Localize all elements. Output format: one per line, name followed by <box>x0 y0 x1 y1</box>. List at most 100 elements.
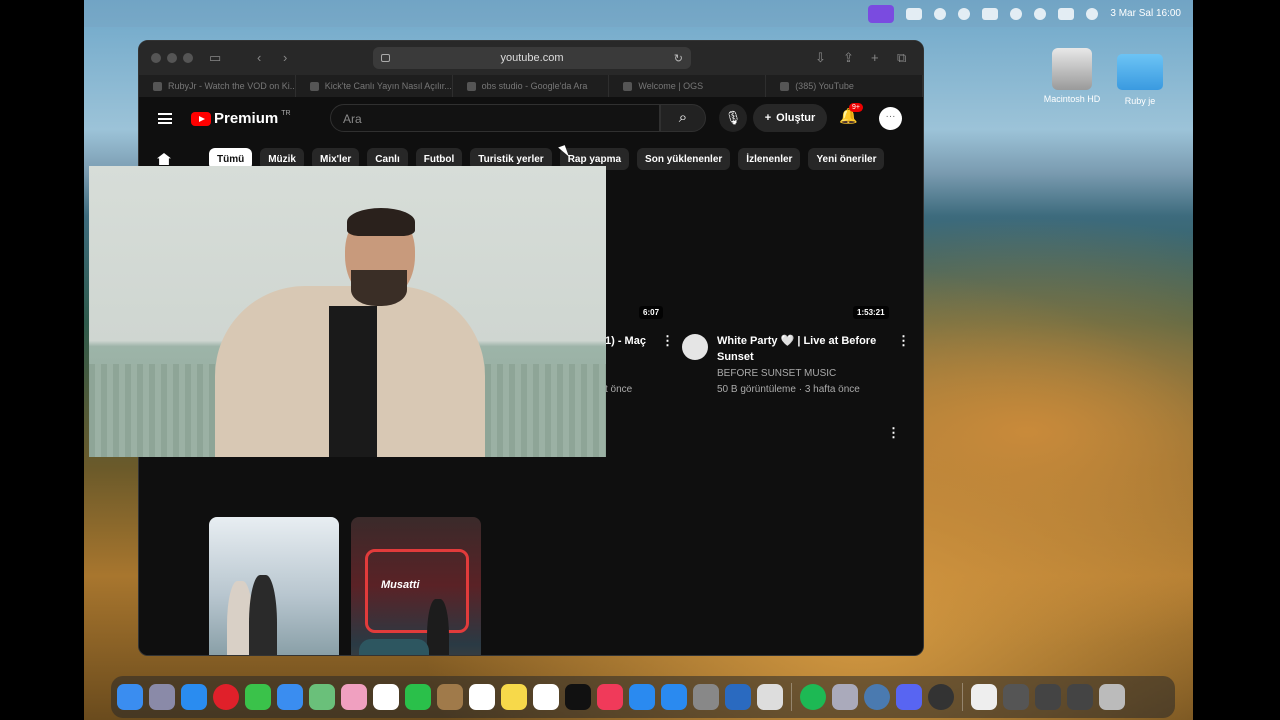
discord-icon[interactable] <box>896 684 922 710</box>
chip-new-recommendations[interactable]: Yeni öneriler <box>808 148 885 170</box>
search-button[interactable]: ⌕ <box>660 104 706 132</box>
audio-app-icon[interactable] <box>725 684 751 710</box>
logo-text: Premium <box>214 110 279 127</box>
desktop-icon-label: Ruby je <box>1124 96 1156 106</box>
ruby-folder-desktop-icon[interactable]: Ruby je <box>1100 48 1180 106</box>
youtube-play-icon <box>191 111 211 126</box>
video-title[interactable]: 1) - Maç <box>605 333 646 349</box>
sloth-app-icon[interactable] <box>864 684 890 710</box>
trash-icon[interactable] <box>1099 684 1125 710</box>
short-thumbnail[interactable]: Musatti <box>351 517 481 655</box>
menu-icon[interactable] <box>158 113 172 124</box>
photos-icon[interactable] <box>341 684 367 710</box>
video-duration: 6:07 <box>639 306 664 319</box>
tab-ogs[interactable]: Welcome | OGS <box>609 75 767 97</box>
opera-icon[interactable] <box>213 684 239 710</box>
menubar-clock[interactable]: 3 Mar Sal 16:00 <box>1110 8 1181 19</box>
finder-icon[interactable] <box>117 684 143 710</box>
obs-icon[interactable] <box>928 684 954 710</box>
search-input[interactable]: Ara <box>330 104 660 132</box>
tab-label: Welcome | OGS <box>638 81 704 91</box>
downloads-stack-icon[interactable] <box>1003 684 1029 710</box>
utility-app-icon[interactable] <box>757 684 783 710</box>
more-options-icon[interactable]: ⋮ <box>897 333 910 349</box>
tab-overview-icon[interactable]: ⧉ <box>897 50 906 66</box>
neon-frame <box>365 549 469 633</box>
system-settings-icon[interactable] <box>693 684 719 710</box>
webcam-overlay <box>89 166 606 457</box>
avatar[interactable]: ··· <box>879 107 902 130</box>
microphone-icon: 🎙 <box>724 110 742 125</box>
screen-record-icon[interactable] <box>868 4 895 23</box>
sidebar-toggle-icon[interactable]: ▭ <box>209 50 221 66</box>
apple-tv-icon[interactable] <box>565 684 591 710</box>
app-store-icon[interactable] <box>661 684 687 710</box>
sloth-icon[interactable] <box>934 7 947 20</box>
recent-window-icon[interactable] <box>1035 684 1061 710</box>
youtube-premium-logo[interactable]: Premium TR <box>191 110 291 127</box>
recent-window-icon[interactable] <box>1067 684 1093 710</box>
control-center-icon[interactable] <box>1058 7 1075 20</box>
tab-bar: RubyJr - Watch the VOD on Ki... Kick'te … <box>139 75 923 97</box>
search-icon[interactable] <box>1034 7 1047 20</box>
person-hair <box>347 208 415 236</box>
channel-name[interactable]: BEFORE SUNSET MUSIC <box>717 366 836 382</box>
video-duration: 1:53:21 <box>853 306 889 319</box>
battery-icon[interactable] <box>982 7 999 20</box>
tab-youtube[interactable]: (385) YouTube <box>766 75 923 97</box>
freeform-icon[interactable] <box>533 684 559 710</box>
voice-search-button[interactable]: 🎙 <box>719 104 747 132</box>
notes-icon[interactable] <box>501 684 527 710</box>
tab-kick-vod[interactable]: RubyJr - Watch the VOD on Ki... <box>139 75 296 97</box>
video-title[interactable]: White Party 🤍 | Live at Before Sunset <box>717 333 887 365</box>
shorts-more-options-icon[interactable]: ⋮ <box>887 425 900 441</box>
new-tab-icon[interactable]: + <box>871 50 879 65</box>
back-icon[interactable]: ‹ <box>257 50 261 65</box>
music-icon[interactable] <box>597 684 623 710</box>
maps-icon[interactable] <box>309 684 335 710</box>
channel-avatar[interactable] <box>682 334 708 360</box>
play-icon[interactable] <box>958 7 971 20</box>
document-icon[interactable] <box>971 684 997 710</box>
menu-bar: 3 Mar Sal 16:00 <box>84 0 1193 27</box>
ogs-favicon-icon <box>623 81 633 91</box>
preview-icon[interactable] <box>832 684 858 710</box>
calendar-icon[interactable] <box>373 684 399 710</box>
tab-google-search[interactable]: obs studio - Google'da Ara <box>453 75 610 97</box>
wifi-icon[interactable] <box>1010 7 1023 20</box>
address-bar[interactable]: youtube.com ↻ <box>373 47 691 69</box>
short-thumbnail[interactable] <box>209 517 339 655</box>
forward-icon[interactable]: › <box>283 50 287 65</box>
close-window-button[interactable] <box>151 53 161 63</box>
more-options-icon[interactable]: ⋮ <box>661 333 674 349</box>
google-favicon-icon <box>466 81 476 91</box>
create-button[interactable]: + Oluştur <box>753 104 827 132</box>
home-icon[interactable] <box>157 153 171 165</box>
safari-icon[interactable] <box>181 684 207 710</box>
facetime-icon[interactable] <box>405 684 431 710</box>
plus-icon: + <box>764 112 772 124</box>
mail-icon[interactable] <box>277 684 303 710</box>
tab-label: obs studio - Google'da Ara <box>481 81 588 91</box>
tab-kick-help[interactable]: Kick'te Canlı Yayın Nasıl Açılır... <box>296 75 453 97</box>
download-icon[interactable]: ⇩ <box>815 50 826 66</box>
zoom-window-button[interactable] <box>183 53 193 63</box>
reload-icon[interactable]: ↻ <box>674 52 683 65</box>
reminders-icon[interactable] <box>469 684 495 710</box>
url-text: youtube.com <box>500 52 564 64</box>
cloud-icon[interactable] <box>906 7 923 20</box>
page-settings-icon[interactable] <box>381 54 390 62</box>
chip-watched[interactable]: İzlenenler <box>738 148 801 170</box>
vehicle-shape <box>359 639 429 655</box>
share-icon[interactable]: ⇪ <box>843 50 854 66</box>
messages-icon[interactable] <box>245 684 271 710</box>
youtube-favicon-icon <box>780 81 790 91</box>
launchpad-icon[interactable] <box>149 684 175 710</box>
minimize-window-button[interactable] <box>167 53 177 63</box>
siri-icon[interactable] <box>1086 7 1099 20</box>
keynote-icon[interactable] <box>629 684 655 710</box>
tab-label: Kick'te Canlı Yayın Nasıl Açılır... <box>324 81 452 91</box>
chip-recently-uploaded[interactable]: Son yüklenenler <box>637 148 731 170</box>
spotify-icon[interactable] <box>800 684 826 710</box>
notes-brown-icon[interactable] <box>437 684 463 710</box>
